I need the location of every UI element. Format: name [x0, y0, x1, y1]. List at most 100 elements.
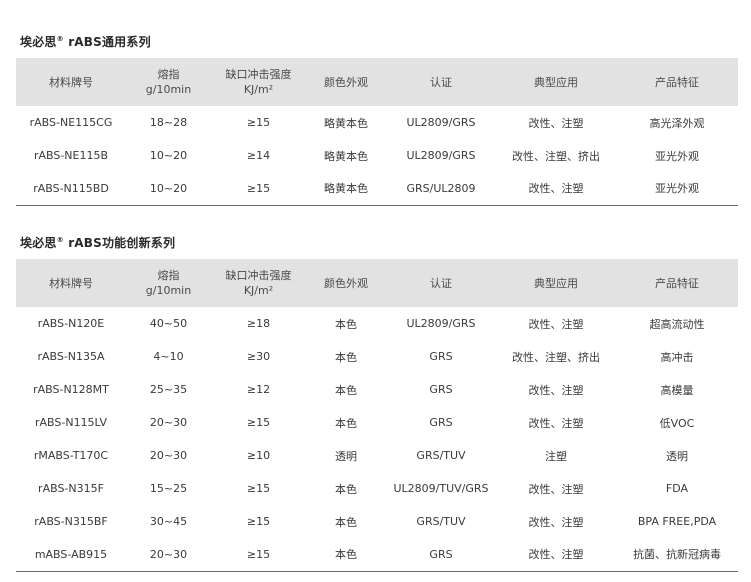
header-certification: 认证: [386, 58, 496, 106]
cell-melt-index: 10~20: [149, 149, 188, 162]
cell-color: 透明: [335, 449, 357, 463]
table-row: rABS-N115BD 10~20 ≥15 略黄本色 GRS/UL2809 改性、注塑 亚光…: [16, 172, 738, 206]
cell-grade: mABS-AB915: [16, 538, 126, 572]
section-title-functional: 埃必思® rABS功能创新系列: [20, 234, 175, 251]
cell-feature: 透明: [666, 449, 688, 463]
cell-melt-index: 40~50: [149, 317, 188, 330]
table-row: mABS-AB915 20~30 ≥15 本色 GRS 改性、注塑 抗菌、抗新冠病毒: [16, 538, 738, 572]
header-impact-strength: 缺口冲击强度 KJ/m²: [211, 58, 306, 106]
cell-application: 改性、注塑: [528, 383, 584, 397]
cell-feature: 超高流动性: [649, 317, 705, 331]
table-row: rABS-N315BF 30~45 ≥15 本色 GRS/TUV 改性、注塑 BPA FRE…: [16, 505, 738, 538]
cell-melt-index: 20~30: [149, 449, 188, 462]
cell-certification: GRS: [429, 416, 453, 429]
cell-feature: 高光泽外观: [649, 116, 705, 130]
cell-certification: GRS/TUV: [416, 515, 466, 528]
table-row: rABS-N120E 40~50 ≥18 本色 UL2809/GRS 改性、注塑 超高流动性: [16, 307, 738, 340]
header-feature: 产品特征: [616, 58, 738, 106]
cell-impact-strength: ≥15: [211, 172, 306, 206]
cell-application: 改性、注塑: [528, 515, 584, 529]
cell-color: 略黄本色: [324, 116, 368, 130]
table-header-row: 材料牌号 熔指 g/10min 缺口冲击强度 KJ/m² 颜色外观 认证 典型应用 …: [16, 58, 738, 106]
table-row: rMABS-T170C 20~30 ≥10 透明 GRS/TUV 注塑 透明: [16, 439, 738, 472]
cell-grade: rABS-N120E: [37, 317, 105, 330]
table-header-row: 材料牌号 熔指 g/10min 缺口冲击强度 KJ/m² 颜色外观 认证 典型应用 …: [16, 259, 738, 307]
cell-color: 略黄本色: [324, 149, 368, 163]
title-series: rABS功能创新系列: [63, 236, 176, 250]
cell-grade: rABS-N115LV: [34, 416, 108, 429]
header-application: 典型应用: [496, 259, 616, 307]
table-row: rABS-NE115B 10~20 ≥14 略黄本色 UL2809/GRS 改性、注塑、挤…: [16, 139, 738, 172]
cell-melt-index: 15~25: [149, 482, 188, 495]
cell-feature: FDA: [665, 482, 689, 495]
cell-certification: UL2809/GRS: [406, 116, 476, 129]
cell-certification: GRS: [429, 383, 453, 396]
cell-feature: 低VOC: [659, 416, 695, 430]
cell-color: 略黄本色: [306, 172, 386, 206]
header-melt-index: 熔指 g/10min: [126, 259, 211, 307]
cell-application: 注塑: [545, 449, 567, 463]
functional-series-table: 材料牌号 熔指 g/10min 缺口冲击强度 KJ/m² 颜色外观 认证 典型应用 …: [16, 259, 738, 572]
header-grade: 材料牌号: [16, 58, 126, 106]
title-series: rABS通用系列: [63, 35, 151, 49]
cell-grade: rABS-N128MT: [33, 383, 109, 396]
cell-color: 本色: [335, 383, 357, 397]
cell-impact-strength: ≥15: [246, 416, 271, 429]
cell-grade: rABS-N115BD: [16, 172, 126, 206]
cell-application: 改性、注塑、挤出: [512, 350, 600, 364]
cell-application: 改性、注塑: [528, 482, 584, 496]
table-row: rABS-N128MT 25~35 ≥12 本色 GRS 改性、注塑 高模量: [16, 373, 738, 406]
cell-melt-index: 10~20: [126, 172, 211, 206]
title-brand: 埃必思: [20, 35, 57, 49]
cell-feature: 高冲击: [660, 350, 694, 364]
cell-impact-strength: ≥30: [246, 350, 271, 363]
table-row: rABS-N315F 15~25 ≥15 本色 UL2809/TUV/GRS 改性、注塑 F…: [16, 472, 738, 505]
cell-impact-strength: ≥15: [246, 482, 271, 495]
registered-mark: ®: [56, 236, 64, 244]
cell-color: 本色: [335, 416, 357, 430]
cell-color: 本色: [335, 482, 357, 496]
cell-melt-index: 20~30: [149, 416, 188, 429]
header-color: 颜色外观: [306, 58, 386, 106]
cell-grade: rABS-NE115B: [33, 149, 109, 162]
cell-melt-index: 25~35: [149, 383, 188, 396]
header-certification: 认证: [386, 259, 496, 307]
cell-impact-strength: ≥15: [211, 538, 306, 572]
table-row: rABS-N135A 4~10 ≥30 本色 GRS 改性、注塑、挤出 高冲击: [16, 340, 738, 373]
section-title-general: 埃必思® rABS通用系列: [20, 33, 151, 50]
registered-mark: ®: [56, 35, 64, 43]
cell-certification: GRS: [386, 538, 496, 572]
cell-grade: rABS-N135A: [37, 350, 105, 363]
cell-feature: BPA FREE,PDA: [637, 515, 717, 528]
cell-color: 本色: [335, 515, 357, 529]
cell-certification: GRS/UL2809: [386, 172, 496, 206]
cell-impact-strength: ≥15: [246, 515, 271, 528]
cell-melt-index: 20~30: [126, 538, 211, 572]
cell-feature: 亚光外观: [616, 172, 738, 206]
cell-feature: 高模量: [660, 383, 694, 397]
cell-grade: rMABS-T170C: [33, 449, 109, 462]
cell-melt-index: 4~10: [153, 350, 184, 363]
cell-feature: 亚光外观: [655, 149, 699, 163]
cell-impact-strength: ≥10: [246, 449, 271, 462]
cell-grade: rABS-NE115CG: [29, 116, 113, 129]
table-row: rABS-NE115CG 18~28 ≥15 略黄本色 UL2809/GRS 改性、注塑 高…: [16, 106, 738, 139]
cell-melt-index: 30~45: [149, 515, 188, 528]
cell-certification: UL2809/GRS: [406, 317, 476, 330]
cell-application: 改性、注塑: [528, 116, 584, 130]
header-feature: 产品特征: [616, 259, 738, 307]
cell-grade: rABS-N315BF: [34, 515, 108, 528]
cell-certification: GRS: [429, 350, 453, 363]
cell-application: 改性、注塑、挤出: [512, 149, 600, 163]
cell-melt-index: 18~28: [149, 116, 188, 129]
header-grade: 材料牌号: [16, 259, 126, 307]
header-application: 典型应用: [496, 58, 616, 106]
cell-color: 本色: [306, 538, 386, 572]
cell-impact-strength: ≥14: [246, 149, 271, 162]
title-brand: 埃必思: [20, 236, 57, 250]
header-color: 颜色外观: [306, 259, 386, 307]
cell-certification: UL2809/GRS: [406, 149, 476, 162]
cell-application: 改性、注塑: [496, 172, 616, 206]
cell-color: 本色: [335, 350, 357, 364]
cell-application: 改性、注塑: [496, 538, 616, 572]
